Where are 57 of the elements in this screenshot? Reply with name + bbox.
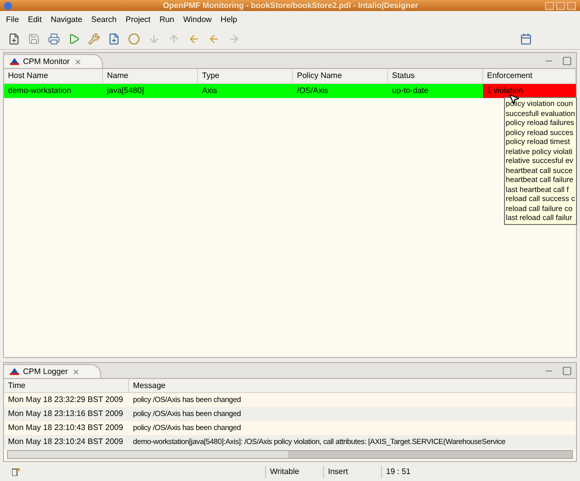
back-arrow-icon[interactable]: [208, 32, 220, 44]
status-text: Writable: [265, 466, 323, 478]
table-cell: /OS/Axis: [293, 84, 388, 98]
menu-item[interactable]: Project: [126, 14, 151, 26]
table-cell: java[5480]: [103, 84, 198, 98]
menu-item[interactable]: Help: [220, 14, 238, 26]
menu-item[interactable]: File: [6, 14, 19, 26]
scrollbar-thumb[interactable]: [288, 451, 572, 458]
arrow-left-icon[interactable]: [188, 32, 200, 44]
minimize-icon[interactable]: [545, 2, 554, 10]
maximize-icon[interactable]: [562, 366, 572, 376]
status-text: 19 : 51: [381, 466, 439, 478]
menu-item[interactable]: Search: [91, 14, 117, 26]
column-header[interactable]: Type: [198, 69, 293, 83]
menu-item[interactable]: Edit: [28, 14, 42, 26]
view-tab[interactable]: CPM Monitor: [4, 54, 103, 68]
logger-icon: [10, 368, 19, 375]
table-cell: up-to-date: [388, 84, 483, 98]
window-title: OpenPMF Monitoring - bookStore/bookStore2.pdl - Intalio|Designer: [162, 0, 418, 11]
view-tab[interactable]: CPM Logger: [4, 364, 101, 378]
monitor-icon: [10, 58, 19, 65]
wrench-icon[interactable]: [88, 32, 100, 44]
table-cell-text: Mon May 18 23:10:24 BST 2009: [7, 436, 124, 448]
menu-item[interactable]: Navigate: [50, 14, 82, 26]
column-header[interactable]: Host Name: [4, 69, 103, 83]
table-cell-text: Mon May 18 23:32:29 BST 2009: [7, 394, 124, 406]
app-icon: [4, 2, 12, 10]
document-icon[interactable]: [108, 32, 120, 44]
table-cell-text: Mon May 18 23:10:43 BST 2009: [7, 422, 124, 434]
menu-item[interactable]: Run: [160, 14, 174, 26]
circle-icon[interactable]: [128, 32, 140, 44]
status-icon: [12, 468, 20, 476]
menu-item[interactable]: Window: [183, 14, 212, 26]
table-cell: demo-workstation: [4, 84, 103, 98]
run-icon[interactable]: [68, 32, 80, 44]
arrow-up-icon[interactable]: [168, 32, 180, 44]
column-header[interactable]: Status: [388, 69, 483, 83]
close-icon[interactable]: [74, 58, 82, 66]
table-cell-text: Mon May 18 23:13:16 BST 2009: [7, 408, 124, 420]
table-cell: Axis: [198, 84, 293, 98]
column-header[interactable]: Enforcement: [483, 69, 576, 83]
close-icon[interactable]: [72, 368, 80, 376]
column-header[interactable]: Message: [129, 379, 576, 392]
column-header[interactable]: Name: [103, 69, 198, 83]
status-text: Insert: [323, 466, 381, 478]
maximize-icon[interactable]: [562, 56, 572, 66]
new-file-icon[interactable]: [8, 32, 20, 44]
table-cell: 1 violation: [483, 84, 576, 98]
maximize-icon[interactable]: [556, 2, 565, 10]
forward-arrow-icon[interactable]: [228, 32, 240, 44]
arrow-down-icon[interactable]: [148, 32, 160, 44]
column-header[interactable]: Policy Name: [293, 69, 388, 83]
column-header[interactable]: Time: [4, 379, 129, 392]
printer-icon[interactable]: [48, 32, 60, 44]
calendar-icon[interactable]: [520, 32, 532, 44]
horizontal-scrollbar[interactable]: [7, 450, 573, 459]
save-icon[interactable]: [28, 32, 40, 44]
